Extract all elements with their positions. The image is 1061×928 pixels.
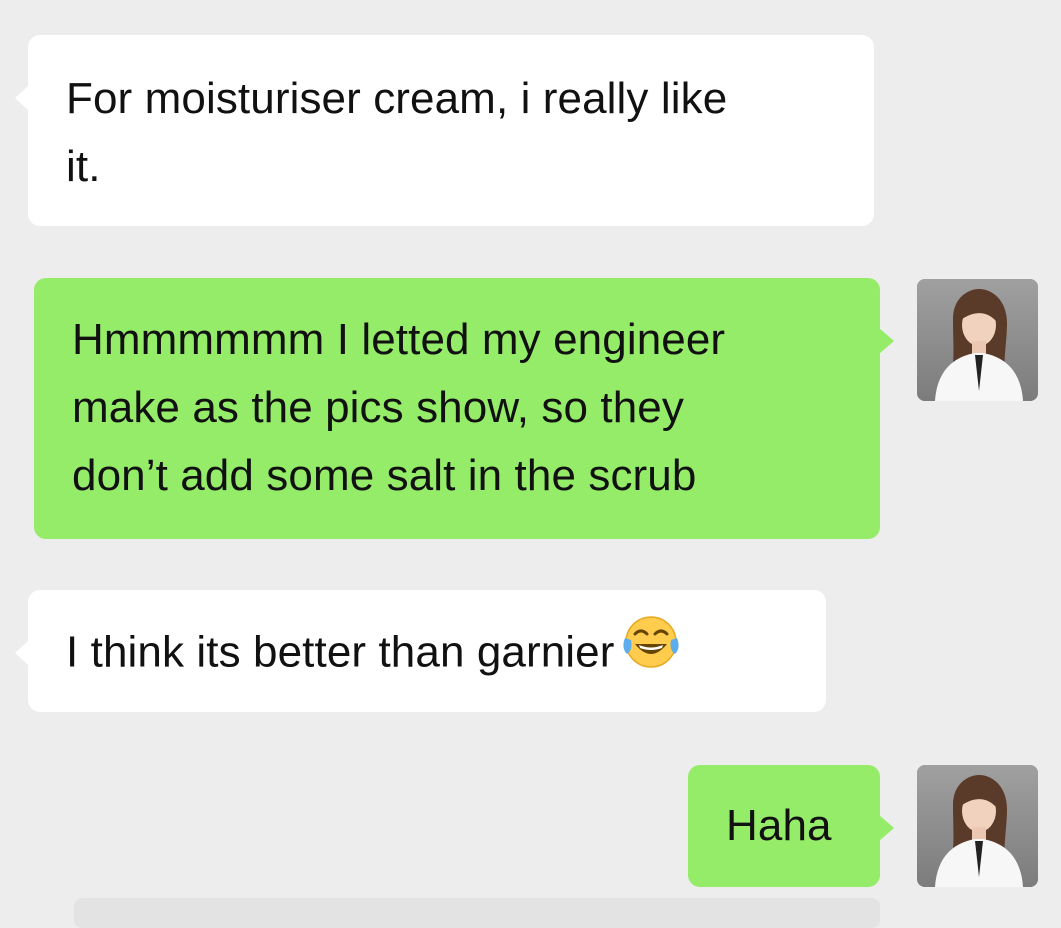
face-with-tears-of-joy-icon: [621, 614, 681, 690]
message-bubble-outgoing[interactable]: Hmmmmmm I letted my engineer make as the…: [34, 278, 894, 539]
message-bubble-incoming[interactable]: For moisturiser cream, i really like it.: [15, 35, 874, 226]
avatar-photo: [917, 279, 1038, 401]
message-bubble-outgoing[interactable]: Haha: [688, 765, 894, 887]
message-text: I think its better than garnier: [66, 614, 806, 693]
message-text: For moisturiser cream, i really like it.: [66, 74, 728, 191]
avatar-photo: [917, 765, 1038, 887]
message-text: Haha: [726, 801, 832, 850]
avatar[interactable]: [917, 279, 1038, 401]
message-text: Hmmmmmm I letted my engineer make as the…: [72, 315, 726, 500]
message-bubble-incoming[interactable]: I think its better than garnier: [15, 590, 826, 712]
avatar[interactable]: [917, 765, 1038, 887]
next-message-preview: [74, 898, 880, 928]
